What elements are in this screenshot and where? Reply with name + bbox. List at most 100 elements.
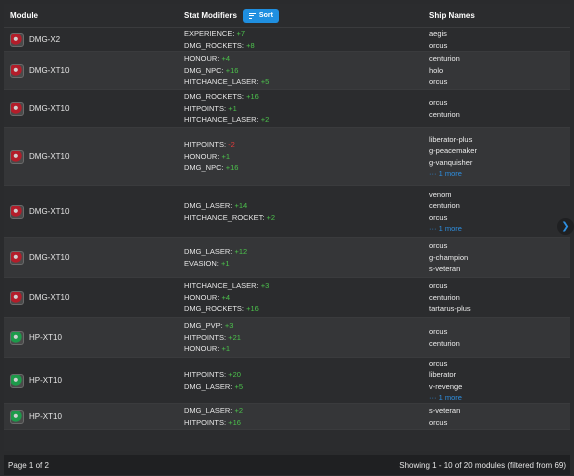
- dmg-module-icon: [10, 32, 24, 47]
- ship-name: holo: [429, 65, 444, 75]
- stat-name: DMG_LASER:: [184, 406, 233, 415]
- ship-names-cell: orcus g-champion s-veteran: [423, 240, 570, 275]
- module-name: DMG-XT10: [29, 207, 70, 216]
- chevron-right-icon[interactable]: ❯: [557, 218, 574, 235]
- ship-names-cell: orcus centurion: [423, 326, 570, 349]
- module-name: DMG-XT10: [29, 66, 70, 75]
- ship-name: orcus: [429, 98, 448, 107]
- stat-modifier: DMG_LASER: +2: [184, 405, 423, 417]
- stat-value: +8: [246, 40, 255, 50]
- module-cell: DMG-XT10: [4, 149, 176, 164]
- stat-modifier: HONOUR: +4: [184, 292, 423, 304]
- stat-value: +5: [260, 77, 270, 87]
- table-row[interactable]: HP-XT10 DMG_LASER: +2 HITPOINTS: +16 s-vete…: [4, 404, 570, 430]
- table-row[interactable]: DMG-XT10 DMG_LASER: +12 EVASION: +1 orcus g-…: [4, 238, 570, 278]
- table-row[interactable]: HP-XT10 DMG_PVP: +3 HITPOINTS: +21 HONOUR: …: [4, 318, 570, 358]
- table-row[interactable]: DMG-XT10 DMG_LASER: +14 HITCHANCE_ROCKET: …: [4, 186, 570, 238]
- stat-value: +16: [246, 92, 259, 102]
- table-body: DMG-X2 EXPERIENCE: +7 DMG_ROCKETS: +8 aegis…: [4, 28, 570, 430]
- ship-name: g-peacemaker: [429, 146, 477, 155]
- stat-modifier: DMG_ROCKETS: +16: [184, 91, 423, 103]
- stat-modifier: DMG_LASER: +12: [184, 246, 423, 258]
- ship-name: centurion: [429, 201, 460, 210]
- stat-name: HITCHANCE_ROCKET:: [184, 212, 265, 222]
- ship-names-cell: orcus liberator v-revenge ··· 1 more: [423, 358, 570, 404]
- table-row[interactable]: DMG-X2 EXPERIENCE: +7 DMG_ROCKETS: +8 aegis…: [4, 28, 570, 52]
- stat-value: +16: [246, 304, 259, 314]
- ship-name: orcus: [429, 40, 448, 50]
- ship-name: venom: [429, 189, 452, 199]
- table-row[interactable]: DMG-XT10 HITPOINTS: -2 HONOUR: +1 DMG_NPC: …: [4, 128, 570, 186]
- ship-names-cell: orcus centurion: [423, 97, 570, 120]
- module-name: DMG-X2: [29, 35, 61, 44]
- stat-modifier: HITCHANCE_LASER: +3: [184, 280, 423, 292]
- ship-name: orcus: [429, 358, 448, 368]
- stat-name: DMG_LASER:: [184, 201, 233, 210]
- stat-name: HONOUR:: [184, 151, 220, 161]
- stat-value: +12: [234, 247, 248, 256]
- stat-name: DMG_ROCKETS:: [184, 92, 245, 102]
- table-row[interactable]: HP-XT10 HITPOINTS: +20 DMG_LASER: +5 orcus l…: [4, 358, 570, 404]
- stat-value: +5: [234, 381, 244, 391]
- stat-modifiers-cell: HONOUR: +4 DMG_NPC: +16 HITCHANCE_LASER: +…: [176, 53, 423, 88]
- module-cell: DMG-XT10: [4, 101, 176, 116]
- module-cell: HP-XT10: [4, 373, 176, 388]
- table-row[interactable]: DMG-XT10 HONOUR: +4 DMG_NPC: +16 HITCHANCE_…: [4, 52, 570, 90]
- ship-name: orcus: [429, 417, 448, 427]
- table-row[interactable]: DMG-XT10 DMG_ROCKETS: +16 HITPOINTS: +1 HIT…: [4, 90, 570, 128]
- ship-name: g-champion: [429, 252, 469, 262]
- ship-name: liberator: [429, 370, 457, 379]
- stat-modifier: DMG_ROCKETS: +8: [184, 40, 423, 52]
- sort-button[interactable]: Sort: [242, 8, 279, 23]
- stat-name: HITCHANCE_LASER:: [184, 77, 259, 87]
- more-ships-link[interactable]: ··· 1 more: [429, 168, 570, 180]
- stat-modifiers-cell: HITPOINTS: -2 HONOUR: +1 DMG_NPC: +16: [176, 139, 423, 174]
- dmg-module-icon: [10, 250, 24, 265]
- more-ships-link[interactable]: ··· 1 more: [429, 223, 570, 235]
- stat-name: DMG_ROCKETS:: [184, 40, 245, 50]
- dmg-module-icon: [10, 149, 24, 164]
- ship-name: s-veteran: [429, 406, 461, 415]
- stat-name: DMG_NPC:: [184, 163, 224, 173]
- module-name: DMG-XT10: [29, 293, 70, 302]
- ship-name: orcus: [429, 241, 448, 251]
- stat-modifier: HITPOINTS: -2: [184, 139, 423, 151]
- stat-name: HITPOINTS:: [184, 417, 227, 427]
- stat-modifiers-cell: HITPOINTS: +20 DMG_LASER: +5: [176, 369, 423, 392]
- stat-name: EVASION:: [184, 258, 219, 268]
- stat-modifier: EVASION: +1: [184, 258, 423, 270]
- page-indicator: Page 1 of 2: [8, 460, 49, 470]
- stat-name: HITCHANCE_LASER:: [184, 281, 259, 291]
- hp-module-icon: [10, 330, 24, 345]
- ship-name: orcus: [429, 212, 448, 222]
- module-cell: HP-XT10: [4, 330, 176, 345]
- stat-modifiers-cell: DMG_ROCKETS: +16 HITPOINTS: +1 HITCHANCE_L…: [176, 91, 423, 126]
- module-cell: HP-XT10: [4, 409, 176, 424]
- ship-names-cell: aegis orcus: [423, 28, 570, 51]
- stat-value: +2: [260, 115, 270, 125]
- more-ships-link[interactable]: ··· 1 more: [429, 392, 570, 404]
- stat-modifier: HITPOINTS: +20: [184, 369, 423, 381]
- stat-modifiers-cell: DMG_LASER: +14 HITCHANCE_ROCKET: +2: [176, 200, 423, 223]
- ship-names-cell: centurion holo orcus: [423, 53, 570, 88]
- stat-modifiers-cell: HITCHANCE_LASER: +3 HONOUR: +4 DMG_ROCKETS…: [176, 280, 423, 315]
- module-name: HP-XT10: [29, 412, 62, 421]
- stat-name: HONOUR:: [184, 54, 220, 64]
- stat-value: +4: [221, 292, 231, 302]
- stat-value: +14: [234, 201, 248, 210]
- stat-modifier: DMG_PVP: +3: [184, 320, 423, 332]
- stat-modifier: HITPOINTS: +16: [184, 417, 423, 429]
- table-header: Module Stat Modifiers Sort Ship Names: [4, 4, 570, 28]
- stat-name: HITCHANCE_LASER:: [184, 115, 259, 125]
- stat-value: -2: [228, 140, 235, 150]
- stat-name: DMG_PVP:: [184, 321, 223, 331]
- stat-modifier: HONOUR: +1: [184, 151, 423, 163]
- stat-modifier: DMG_LASER: +14: [184, 200, 423, 212]
- stat-value: +20: [228, 370, 241, 379]
- table-row[interactable]: DMG-XT10 HITCHANCE_LASER: +3 HONOUR: +4 DMG…: [4, 278, 570, 318]
- module-cell: DMG-XT10: [4, 290, 176, 305]
- stat-value: +2: [266, 212, 276, 222]
- stat-modifier: DMG_NPC: +16: [184, 65, 423, 77]
- ship-name: v-revenge: [429, 381, 463, 391]
- header-module: Module: [10, 11, 38, 20]
